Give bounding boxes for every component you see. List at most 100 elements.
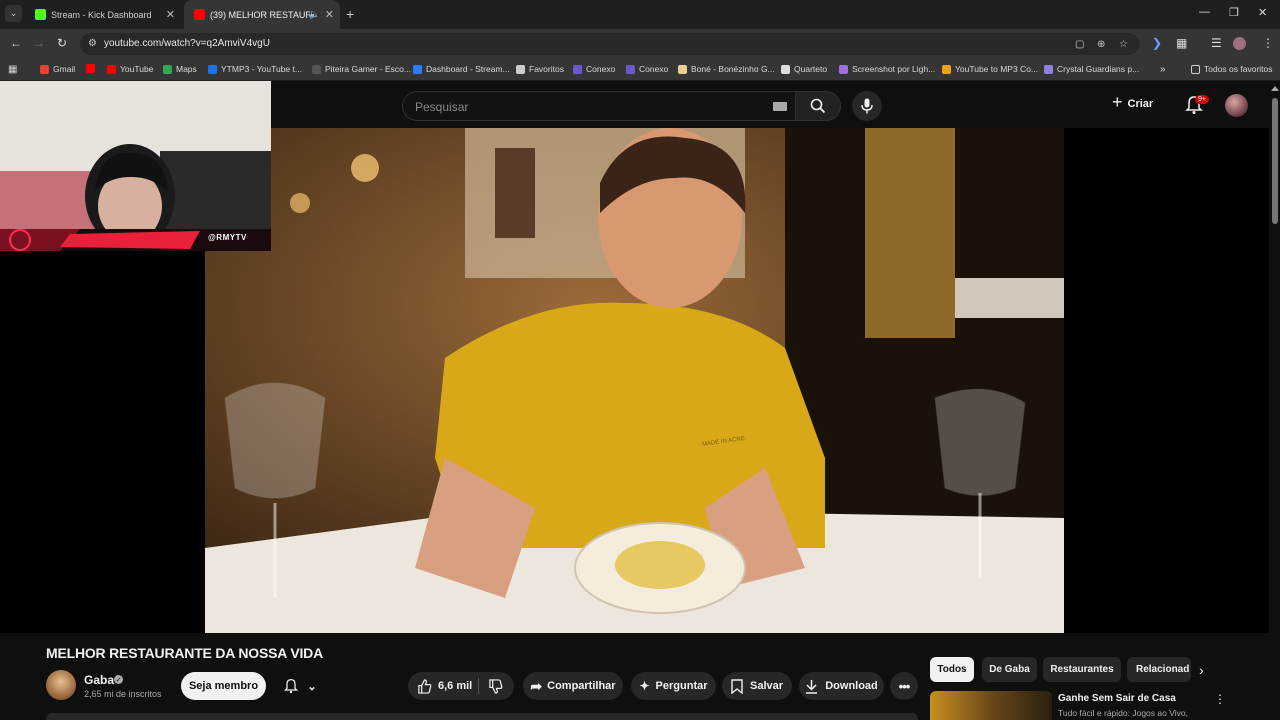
forward-icon[interactable]: → (33, 36, 45, 50)
chrome-menu-icon[interactable]: ⋮ (1262, 36, 1274, 50)
bookmark-quarteto[interactable]: Quarteto (781, 64, 827, 74)
bookmark-favoritos[interactable]: Favoritos (516, 64, 564, 74)
thumbs-down-icon[interactable] (488, 678, 503, 694)
recommendation-title[interactable]: Ganhe Sem Sair de Casa (1058, 693, 1176, 704)
ask-button[interactable]: ✦ Perguntar (631, 672, 716, 700)
scrollbar-thumb[interactable] (1272, 98, 1278, 224)
chevron-right-icon[interactable]: › (1199, 662, 1204, 678)
all-bookmarks-folder[interactable]: Todos os favoritos (1191, 64, 1273, 74)
channel-name[interactable]: Gaba (84, 673, 114, 687)
bookmark-ytmp3[interactable]: YTMP3 - YouTube t... (208, 64, 302, 74)
site-info-icon[interactable]: ⚙ (88, 38, 97, 49)
back-icon[interactable]: ← (10, 36, 22, 50)
download-button[interactable]: Download (799, 672, 884, 700)
new-tab-button[interactable]: + (346, 6, 354, 22)
description-box-edge[interactable] (46, 713, 918, 720)
join-button[interactable]: Seja membro (181, 672, 266, 700)
recommendation-subtitle: Tudo fácil e rápido: Jogos ao Vivo, (1058, 708, 1188, 718)
chip-restaurants[interactable]: Restaurantes (1043, 657, 1121, 682)
bookmark-dashboard[interactable]: Dashboard - Stream... (413, 64, 510, 74)
tab-title: (39) MELHOR RESTAURANTE (210, 9, 310, 20)
address-bar[interactable]: ⚙ youtube.com/watch?v=q2AmviV4vgU ▢ ⊕ ☆ (80, 33, 1140, 55)
chip-related[interactable]: Relacionad (1127, 657, 1191, 682)
bookmark-gmail[interactable]: Gmail (40, 64, 75, 74)
tab-strip: ⌄ Stream - Kick Dashboard ✕ (39) MELHOR … (0, 0, 1280, 29)
more-horizontal-icon: ••• (898, 678, 911, 694)
maximize-button[interactable]: ❐ (1229, 6, 1239, 19)
tab-title: Stream - Kick Dashboard (51, 9, 152, 20)
chevron-down-icon: ⌄ (307, 680, 317, 693)
extension-icon[interactable]: ❯ (1152, 36, 1162, 50)
bookmark-youtube-icon-only[interactable] (86, 64, 99, 73)
share-label: Compartilhar (547, 680, 616, 692)
like-dislike-group: 6,6 mil (408, 672, 514, 700)
speaker-icon[interactable]: 🔈 (309, 9, 320, 20)
thumbs-up-icon[interactable] (417, 678, 432, 694)
reload-icon[interactable]: ↻ (57, 36, 67, 50)
verified-check-icon: ✓ (114, 675, 123, 684)
close-tab-icon[interactable]: ✕ (325, 8, 334, 21)
search-placeholder: Pesquisar (415, 100, 469, 114)
video-title: MELHOR RESTAURANTE DA NOSSA VIDA (46, 645, 323, 661)
more-actions-button[interactable]: ••• (890, 672, 918, 700)
bookmark-bone[interactable]: Boné - Bonézinho G... (678, 64, 775, 74)
bookmark-conexo-1[interactable]: Conexo (573, 64, 615, 74)
plus-icon: + (1112, 92, 1123, 112)
profile-avatar[interactable] (1233, 37, 1246, 50)
sparkle-icon: ✦ (639, 679, 650, 693)
tab-search-icon[interactable]: ⌄ (5, 5, 22, 22)
bookmark-screenshot[interactable]: Screenshot por Ligh... (839, 64, 935, 74)
download-label: Download (825, 680, 878, 692)
recommendation-menu-icon[interactable]: ⋮ (1214, 692, 1226, 706)
bookmark-youtube[interactable]: YouTube (107, 64, 153, 74)
tab-youtube-video[interactable]: (39) MELHOR RESTAURANTE 🔈 ✕ (184, 0, 340, 29)
account-avatar[interactable] (1225, 94, 1248, 117)
subscribed-bell-button[interactable]: ⌄ (274, 672, 326, 700)
tab-kick-dashboard[interactable]: Stream - Kick Dashboard ✕ (25, 0, 181, 29)
apps-grid-icon[interactable]: ▦ (8, 64, 17, 75)
right-black-margin (1064, 128, 1269, 633)
download-icon (806, 679, 818, 694)
ask-label: Perguntar (655, 680, 708, 692)
chip-all[interactable]: Todos (930, 657, 974, 682)
bookmark-piteira[interactable]: Piteira Gamer - Esco... (312, 64, 411, 74)
bookmark-star-icon[interactable]: ☆ (1119, 39, 1128, 50)
bookmarks-bar: ▦ Gmail YouTube Maps YTMP3 - YouTube t..… (0, 59, 1280, 81)
close-window-button[interactable]: ✕ (1258, 6, 1267, 19)
chip-from-gaba[interactable]: De Gaba (982, 657, 1037, 682)
recommendation-thumbnail[interactable] (930, 691, 1052, 720)
webcam-channel-tag: @RMYTV (208, 233, 247, 242)
bell-icon (284, 678, 299, 694)
voice-search-button[interactable] (852, 91, 882, 121)
video-frame-scene (205, 128, 1064, 633)
install-icon[interactable]: ▢ (1075, 39, 1084, 50)
streamer-webcam-overlay (0, 81, 271, 251)
share-button[interactable]: ➦ Compartilhar (523, 672, 623, 700)
bookmark-maps[interactable]: Maps (163, 64, 197, 74)
search-input[interactable]: Pesquisar (402, 91, 795, 121)
share-arrow-icon: ➦ (530, 677, 543, 694)
like-count[interactable]: 6,6 mil (438, 680, 472, 692)
close-tab-icon[interactable]: ✕ (166, 8, 175, 21)
media-control-icon[interactable]: ☰ (1211, 36, 1222, 50)
webcam-scene (0, 81, 271, 251)
bookmark-yt-mp3[interactable]: YouTube to MP3 Co... (942, 64, 1038, 74)
zoom-icon[interactable]: ⊕ (1097, 39, 1105, 50)
scroll-up-arrow-icon[interactable] (1271, 86, 1279, 91)
notification-count-badge: 9+ (1195, 95, 1209, 104)
url-text: youtube.com/watch?v=q2AmviV4vgU (104, 38, 270, 49)
kick-icon (35, 9, 46, 20)
bookmark-conexo-2[interactable]: Conexo (626, 64, 668, 74)
create-button[interactable]: + Criar (1112, 92, 1153, 113)
keyboard-icon[interactable] (773, 102, 787, 111)
extensions-puzzle-icon[interactable]: ▦ (1176, 36, 1187, 50)
more-bookmarks-icon[interactable]: » (1160, 64, 1166, 75)
save-button[interactable]: Salvar (722, 672, 792, 700)
bookmark-crystal[interactable]: Crystal Guardians p... (1044, 64, 1139, 74)
video-player[interactable]: MADE IN ACRE (205, 128, 1064, 633)
channel-avatar[interactable] (46, 670, 76, 700)
folder-icon (1191, 64, 1200, 74)
subscriber-count: 2,65 mi de inscritos (84, 689, 162, 699)
minimize-button[interactable]: — (1199, 6, 1210, 18)
search-button[interactable] (795, 91, 841, 121)
